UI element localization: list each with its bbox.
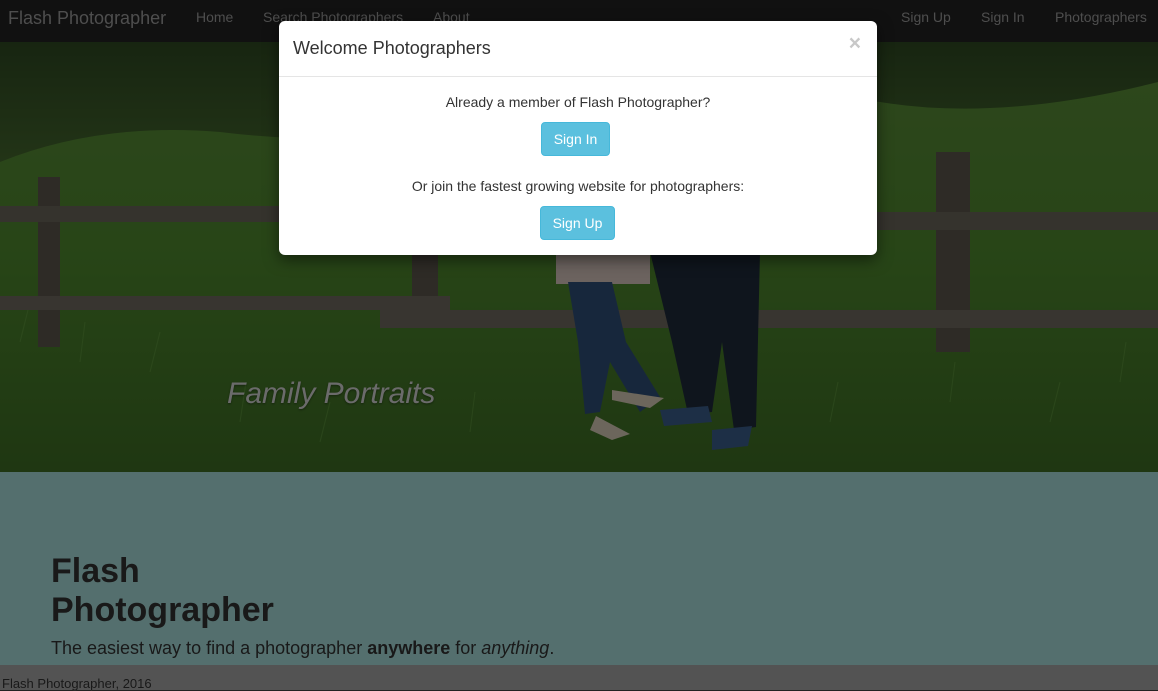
- welcome-modal: Welcome Photographers × Already a member…: [279, 21, 877, 255]
- join-prompt: Or join the fastest growing website for …: [411, 178, 745, 194]
- modal-title: Welcome Photographers: [293, 38, 491, 58]
- sign-in-button[interactable]: Sign In: [541, 122, 610, 156]
- sign-up-button[interactable]: Sign Up: [540, 206, 615, 240]
- modal-header: Welcome Photographers ×: [279, 21, 877, 77]
- member-prompt: Already a member of Flash Photographer?: [445, 94, 711, 110]
- close-icon[interactable]: ×: [849, 33, 861, 54]
